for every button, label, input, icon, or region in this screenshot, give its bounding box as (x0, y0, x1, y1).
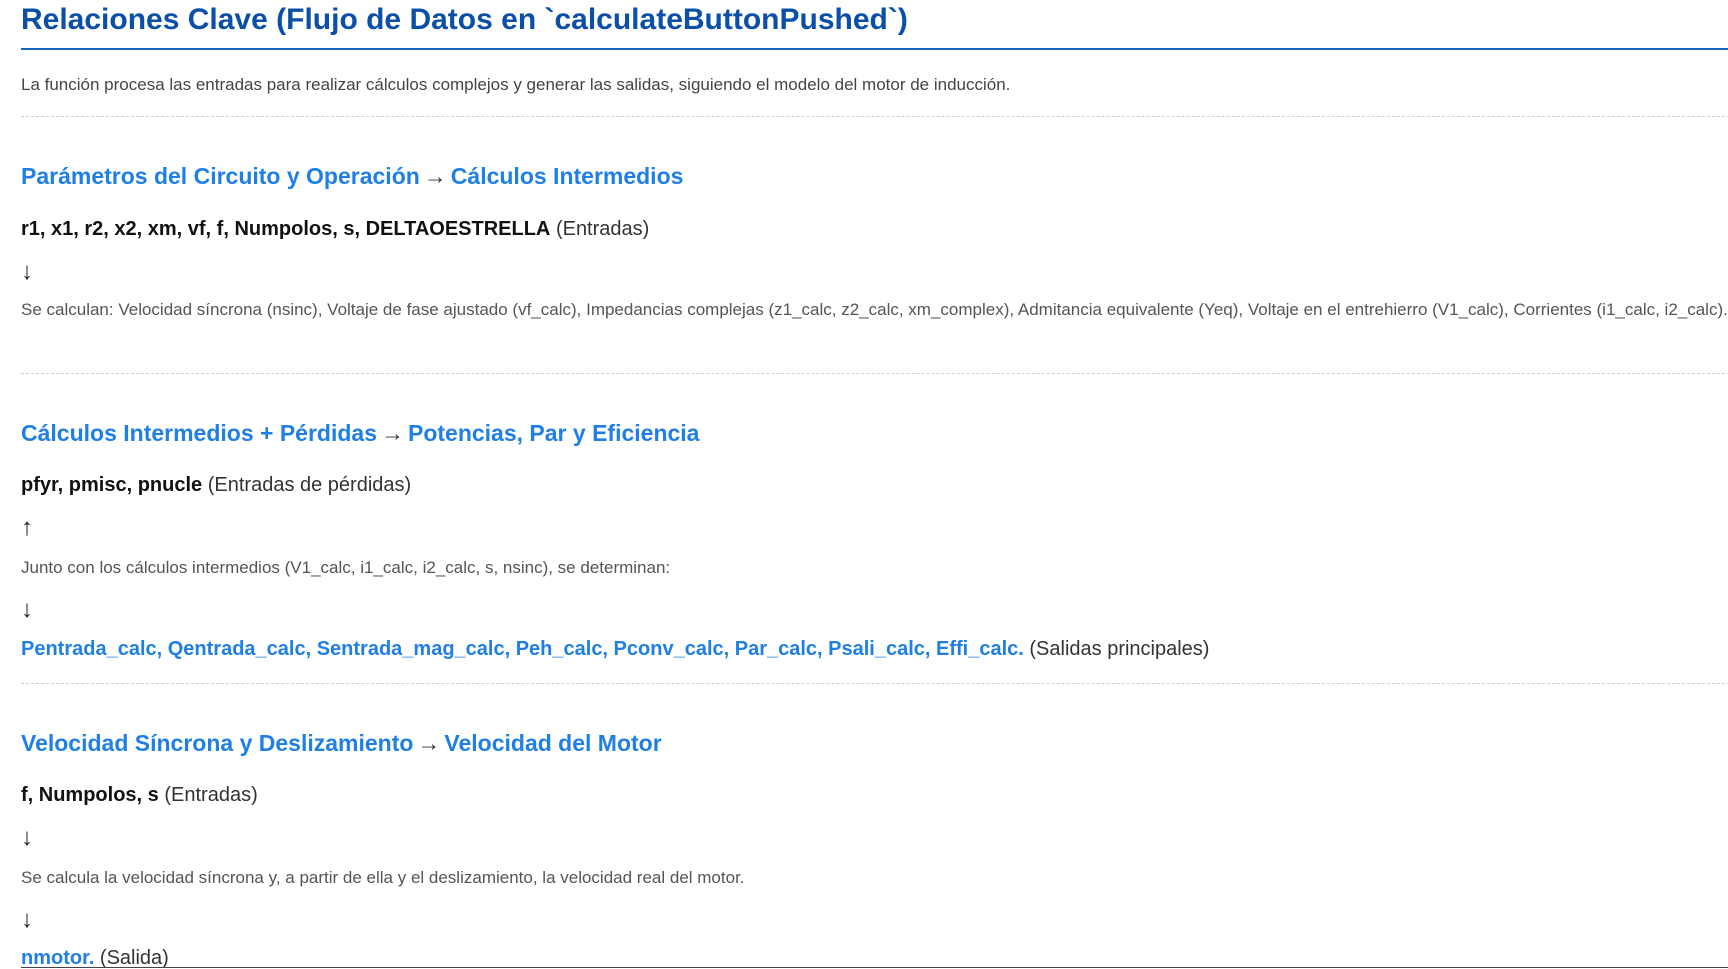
input-variables: r1, x1, r2, x2, xm, vf, f, Numpolos, s, … (21, 218, 551, 240)
intro-paragraph: La función procesa las entradas para rea… (21, 75, 1011, 94)
section-inputs-line: pfyr, pmisc, pnucle (Entradas de pérdida… (21, 473, 411, 497)
outputs-note: (Salidas principales) (1029, 638, 1210, 660)
inputs-note: (Entradas) (164, 784, 258, 806)
section-heading-from: Cálculos Intermedios + Pérdidas (21, 420, 377, 446)
input-variables: pfyr, pmisc, pnucle (21, 474, 203, 496)
section-outputs-line: Pentrada_calc, Qentrada_calc, Sentrada_m… (21, 637, 1209, 661)
section-heading-to: Cálculos Intermedios (450, 163, 684, 189)
section-description: Junto con los cálculos intermedios (V1_c… (21, 558, 671, 577)
arrow-right-icon: → (380, 420, 404, 446)
arrow-down-icon: ↓ (21, 258, 33, 285)
section-inputs-line: f, Numpolos, s (Entradas) (21, 783, 258, 807)
arrow-right-icon: → (423, 163, 447, 189)
page-title: Relaciones Clave (Flujo de Datos en `cal… (21, 3, 908, 36)
section-description: Se calcula la velocidad síncrona y, a pa… (21, 868, 745, 887)
arrow-down-icon: ↓ (21, 906, 33, 933)
title-divider (21, 48, 1728, 50)
arrow-down-icon: ↓ (21, 596, 33, 623)
input-variables: f, Numpolos, s (21, 784, 159, 806)
output-variables: nmotor. (21, 947, 95, 969)
arrow-down-icon: ↓ (21, 824, 33, 851)
section-heading-losses: Cálculos Intermedios + Pérdidas → Potencia… (21, 419, 699, 447)
section-heading-circuit-params: Parámetros del Circuito y Operación → Cálc… (21, 162, 683, 190)
arrow-up-icon: ↑ (21, 514, 33, 541)
section-divider (21, 116, 1728, 117)
arrow-right-icon: → (417, 730, 441, 756)
section-divider (21, 683, 1728, 684)
section-heading-sync-speed: Velocidad Síncrona y Deslizamiento → Veloc… (21, 729, 662, 757)
section-divider (21, 373, 1728, 374)
section-description: Se calculan: Velocidad síncrona (nsinc),… (21, 300, 1728, 319)
document-page: Relaciones Clave (Flujo de Datos en `cal… (21, 0, 1728, 969)
bottom-edge-line (21, 967, 1728, 968)
section-heading-from: Velocidad Síncrona y Deslizamiento (21, 730, 414, 756)
inputs-note: (Entradas de pérdidas) (207, 474, 412, 496)
section-outputs-line: nmotor. (Salida) (21, 946, 169, 969)
section-heading-from: Parámetros del Circuito y Operación (21, 163, 420, 189)
inputs-note: (Entradas) (555, 218, 650, 240)
section-heading-to: Velocidad del Motor (444, 730, 662, 756)
output-variables: Pentrada_calc, Qentrada_calc, Sentrada_m… (21, 638, 1024, 660)
outputs-note: (Salida) (99, 947, 169, 969)
section-heading-to: Potencias, Par y Eficiencia (407, 420, 700, 446)
section-inputs-line: r1, x1, r2, x2, xm, vf, f, Numpolos, s, … (21, 217, 649, 241)
